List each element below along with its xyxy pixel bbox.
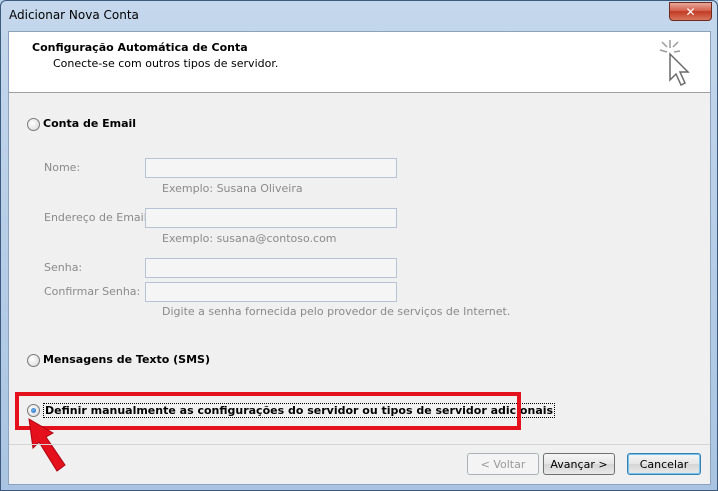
email-label: Endereço de Email: bbox=[44, 211, 151, 224]
page-title: Configuração Automática de Conta bbox=[32, 41, 248, 54]
name-field[interactable] bbox=[145, 158, 397, 178]
name-label: Nome: bbox=[44, 161, 81, 174]
red-arrow-icon bbox=[28, 418, 66, 472]
sms-radio[interactable] bbox=[27, 354, 40, 367]
email-account-radio[interactable] bbox=[27, 118, 40, 131]
confirm-password-label: Confirmar Senha: bbox=[44, 285, 141, 298]
password-field[interactable] bbox=[145, 258, 397, 278]
email-account-label[interactable]: Conta de Email bbox=[43, 117, 136, 130]
back-button[interactable]: < Voltar bbox=[467, 453, 539, 475]
password-label: Senha: bbox=[44, 261, 83, 274]
password-hint: Digite a senha fornecida pelo provedor d… bbox=[162, 305, 511, 318]
title-bar[interactable]: Adicionar Nova Conta ✕ bbox=[1, 1, 717, 29]
window-title: Adicionar Nova Conta bbox=[9, 8, 139, 22]
email-field[interactable] bbox=[145, 208, 397, 228]
dialog-window: Adicionar Nova Conta ✕ Configuração Auto… bbox=[0, 0, 718, 491]
cancel-button[interactable]: Cancelar bbox=[627, 453, 701, 475]
email-hint: Exemplo: susana@contoso.com bbox=[162, 232, 337, 245]
wizard-header: Configuração Automática de Conta Conecte… bbox=[9, 32, 710, 93]
next-button[interactable]: Avançar > bbox=[543, 453, 615, 475]
close-button[interactable]: ✕ bbox=[669, 2, 712, 21]
close-icon: ✕ bbox=[685, 4, 696, 19]
highlight-annotation bbox=[15, 392, 521, 430]
sms-label[interactable]: Mensagens de Texto (SMS) bbox=[43, 353, 210, 366]
dialog-content: Configuração Automática de Conta Conecte… bbox=[8, 31, 711, 485]
name-hint: Exemplo: Susana Oliveira bbox=[162, 182, 303, 195]
confirm-password-field[interactable] bbox=[145, 282, 397, 302]
footer-separator bbox=[9, 444, 710, 445]
page-subtitle: Conecte-se com outros tipos de servidor. bbox=[53, 57, 279, 70]
cursor-sparkle-icon bbox=[659, 40, 690, 87]
